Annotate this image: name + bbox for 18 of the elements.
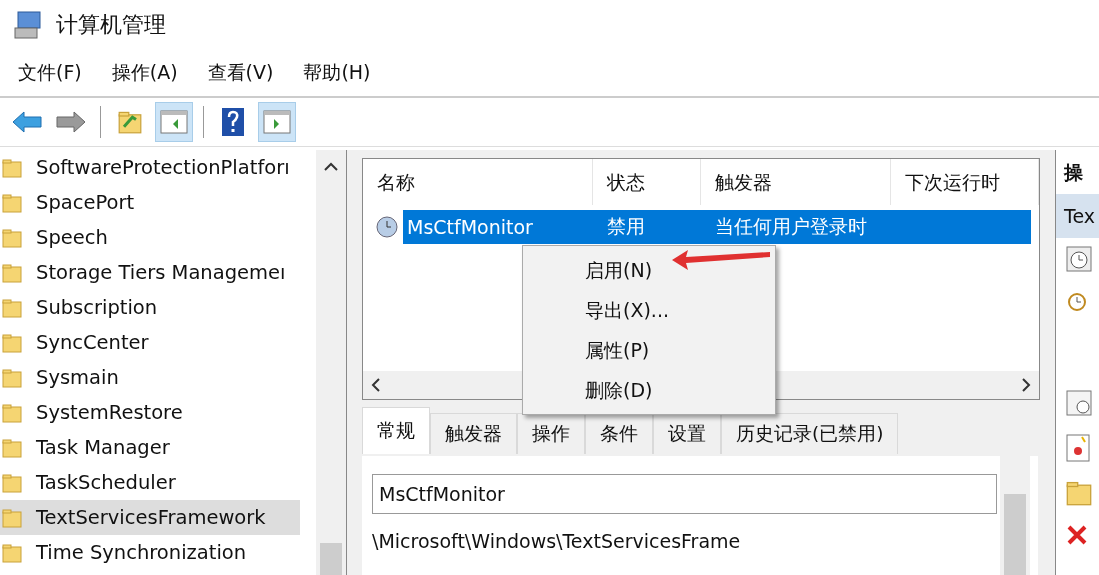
tree-item-label: SpacePort (36, 191, 135, 214)
location-text: \Microsoft\Windows\TextServicesFrame (372, 530, 741, 552)
tree-item-label: SyncCenter (36, 331, 149, 354)
tree-item-label: Storage Tiers Managemeı (36, 261, 286, 284)
task-name: MsCtfMonitor (406, 216, 534, 238)
actions-header: 操 (1062, 160, 1084, 185)
tree-item-label: TaskScheduler (36, 471, 176, 494)
window-title: 计算机管理 (56, 11, 166, 39)
task-trigger: 当任何用户登录时 (714, 214, 868, 239)
tree-item-label: Subscription (36, 296, 158, 319)
tree-item-label: SystemRestore (36, 401, 183, 424)
task-status: 禁用 (606, 214, 646, 239)
tree-item-label: TextServicesFramework (36, 506, 266, 529)
tree-item-label: Speech (36, 226, 108, 249)
tree-item-label: SoftwareProtectionPlatforı (36, 156, 290, 179)
tree-item-label: Task Manager (36, 436, 170, 459)
tree-item-label: Time Synchronization (36, 541, 247, 564)
tree-item-label: Sysmain (36, 366, 119, 389)
